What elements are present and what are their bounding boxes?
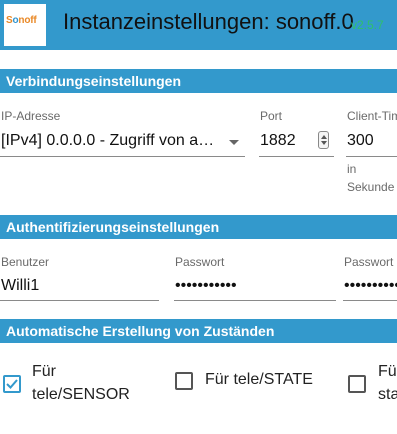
stepper-up-icon [321,135,327,139]
user-field[interactable]: Willi1 [0,270,159,302]
ip-address-underline [0,156,245,157]
client-timeout-value: 300 [347,132,374,149]
stepper-down-icon [321,141,327,145]
user-underline [0,300,159,301]
client-timeout-hint-2: Sekunde [347,180,395,194]
ip-address-value: [IPv4] 0.0.0.0 - Zugriff von a… [1,132,215,149]
version-badge: v2.5.7 [351,18,384,32]
password-confirm-underline [343,300,397,301]
port-value: 1882 [260,132,296,149]
sensor-checkbox-label-2: tele/SENSOR [32,386,130,403]
sonoff-logo: Sonoff [4,4,46,46]
password-value: ••••••••••• [175,277,237,294]
checkmark-icon [6,379,18,389]
password-confirm-value: ••••••••••• [344,277,397,294]
client-timeout-field[interactable]: 300 [346,124,397,158]
client-timeout-label: Client-Tim [347,109,397,123]
password-confirm-field[interactable]: ••••••••••• [343,270,397,302]
chevron-down-icon [229,140,239,145]
app-header: Sonoff Instanzeinstellungen: sonoff.0 v2… [0,0,397,50]
password-underline [174,300,336,301]
third-checkbox-label-2: sta [378,386,397,403]
user-label: Benutzer [1,255,50,269]
section-auth-settings: Authentifizierungseinstellungen [0,215,397,239]
password-confirm-label: Passwort [344,255,394,269]
port-field[interactable]: 1882 [259,124,334,158]
section-auto-create-states: Automatische Erstellung von Zuständen [0,319,397,343]
client-timeout-underline [346,156,397,157]
ip-address-select[interactable]: [IPv4] 0.0.0.0 - Zugriff von a… [0,124,245,158]
port-label: Port [260,109,283,123]
password-label: Passwort [175,255,225,269]
ip-address-label: IP-Adresse [1,109,61,123]
port-underline [259,156,334,157]
section-connection-settings: Verbindungseinstellungen [0,69,397,93]
password-field[interactable]: ••••••••••• [174,270,336,302]
user-value: Willi1 [1,277,40,294]
sensor-checkbox-label-1: Für [32,363,56,380]
logo-text: Sonoff [6,15,37,26]
state-checkbox[interactable] [175,372,193,390]
client-timeout-hint-1: in [347,162,357,176]
state-checkbox-label: Für tele/STATE [205,371,313,388]
page-title: Instanzeinstellungen: sonoff.0 [63,9,354,34]
port-stepper[interactable] [318,131,329,149]
third-checkbox[interactable] [348,375,366,393]
sensor-checkbox[interactable] [3,375,21,393]
third-checkbox-label-1: Fü [378,363,397,380]
